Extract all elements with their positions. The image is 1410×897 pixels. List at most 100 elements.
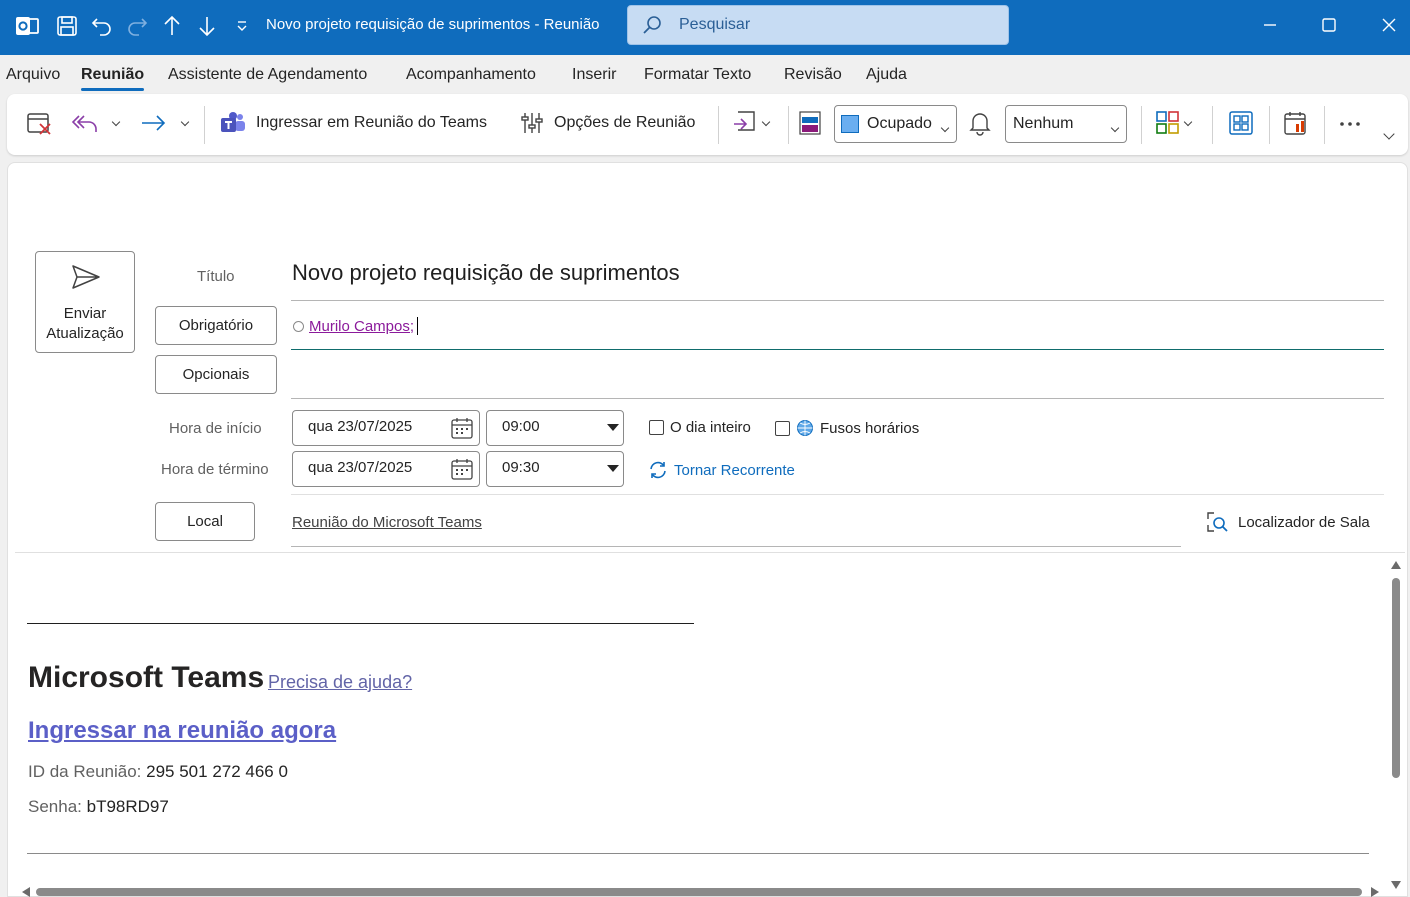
scheduling-poll-icon[interactable] (1283, 110, 1309, 136)
categorize-chevron-icon[interactable] (1183, 117, 1193, 127)
calendar-icon[interactable] (451, 458, 473, 484)
presence-icon (293, 320, 304, 332)
end-time-value: 09:30 (502, 459, 540, 476)
room-finder-icon (1206, 511, 1228, 533)
maximize-icon[interactable] (1314, 10, 1344, 40)
start-time-dropdown[interactable]: 09:00 (486, 410, 624, 446)
ribbon-separator (1212, 106, 1213, 144)
menu-formatar-texto[interactable]: Formatar Texto (644, 66, 751, 84)
checkbox-box[interactable] (649, 420, 664, 435)
join-teams-button[interactable]: Ingressar em Reunião do Teams (220, 111, 487, 135)
time-zones-checkbox[interactable]: Fusos horários (775, 419, 919, 437)
attendee-name[interactable]: Murilo Campos; (309, 318, 414, 335)
room-finder-button[interactable]: Localizador de Sala (1206, 511, 1370, 533)
busy-status-color-icon (799, 111, 821, 135)
location-field[interactable]: Reunião do Microsoft Teams (292, 514, 482, 531)
join-teams-label: Ingressar em Reunião do Teams (256, 114, 487, 131)
end-date-picker[interactable]: qua 23/07/2025 (292, 451, 480, 487)
more-options-icon[interactable] (1338, 112, 1362, 136)
checkbox-box[interactable] (775, 420, 790, 436)
scroll-up-arrow-icon[interactable] (1391, 561, 1401, 569)
menu-revisao[interactable]: Revisão (784, 66, 842, 84)
start-time-label: Hora de início (169, 420, 262, 437)
join-meeting-link[interactable]: Ingressar na reunião agora (28, 717, 336, 745)
expand-ribbon-chevron-icon[interactable] (1383, 128, 1395, 140)
footer-divider (27, 853, 1369, 854)
customize-chevron-icon[interactable] (228, 12, 256, 40)
time-section-divider (291, 494, 1384, 495)
save-icon[interactable] (53, 12, 81, 40)
dropdown-arrow-icon (607, 424, 619, 431)
menu-ajuda[interactable]: Ajuda (866, 66, 907, 84)
time-zones-label: Fusos horários (820, 419, 920, 437)
ribbon-separator (788, 106, 789, 144)
categorize-icon[interactable] (1155, 110, 1181, 136)
menu-acompanhamento[interactable]: Acompanhamento (406, 66, 536, 84)
show-as-value: Ocupado (867, 115, 932, 132)
menu-inserir[interactable]: Inserir (572, 66, 616, 84)
reminder-value: Nenhum (1013, 115, 1074, 132)
location-button[interactable]: Local (155, 502, 255, 541)
password-value: bT98RD97 (86, 797, 169, 816)
redo-icon[interactable] (123, 12, 151, 40)
forward-dropdown-chevron-icon[interactable] (180, 117, 190, 127)
recurrence-icon (648, 460, 668, 480)
meeting-options-button[interactable]: Opções de Reunião (520, 111, 695, 135)
help-link[interactable]: Precisa de ajuda? (268, 672, 412, 693)
end-date-value: qua 23/07/2025 (308, 459, 413, 476)
ribbon-separator (1141, 106, 1142, 144)
horizontal-scroll-thumb[interactable] (36, 888, 1362, 896)
start-date-picker[interactable]: qua 23/07/2025 (292, 410, 480, 446)
ribbon-separator (1324, 106, 1325, 144)
response-dropdown-chevron-icon[interactable] (761, 117, 771, 127)
close-icon[interactable] (1374, 10, 1404, 40)
minimize-icon[interactable] (1255, 10, 1285, 40)
down-arrow-icon[interactable] (193, 12, 221, 40)
scroll-down-arrow-icon[interactable] (1391, 881, 1401, 889)
start-time-value: 09:00 (502, 418, 540, 435)
title-underline (291, 300, 1384, 301)
password-label: Senha: (28, 797, 87, 816)
all-day-checkbox[interactable]: O dia inteiro (649, 419, 751, 436)
vertical-scroll-thumb[interactable] (1392, 578, 1400, 778)
up-arrow-icon[interactable] (158, 12, 186, 40)
location-underline (291, 546, 1181, 547)
menu-arquivo[interactable]: Arquivo (6, 66, 60, 84)
undo-icon[interactable] (88, 12, 116, 40)
reply-dropdown-chevron-icon[interactable] (111, 117, 121, 127)
menu-reuniao[interactable]: Reunião (81, 66, 145, 91)
password-row: Senha: bT98RD97 (28, 797, 169, 817)
vertical-scrollbar[interactable] (1388, 556, 1404, 889)
reminder-dropdown[interactable]: Nenhum (1005, 105, 1127, 143)
teams-heading: Microsoft Teams (28, 661, 265, 694)
globe-icon (796, 419, 814, 437)
make-recurring-label: Tornar Recorrente (674, 461, 795, 479)
required-attendees-field[interactable]: Murilo Campos; (293, 317, 419, 335)
optional-attendees-button[interactable]: Opcionais (155, 355, 277, 394)
meeting-options-icon (520, 111, 544, 135)
meeting-id-row: ID da Reunião: 295 501 272 466 0 (28, 762, 288, 782)
reply-all-icon[interactable] (71, 110, 99, 136)
search-icon (642, 15, 662, 40)
show-as-dropdown[interactable]: Ocupado (834, 105, 957, 143)
title-field[interactable]: Novo projeto requisição de suprimentos (292, 260, 680, 286)
search-input[interactable]: Pesquisar (627, 5, 1009, 45)
end-time-dropdown[interactable]: 09:30 (486, 451, 624, 487)
reminder-chevron-icon (1110, 118, 1120, 136)
text-caret (417, 317, 419, 335)
meeting-id-value: 295 501 272 466 0 (146, 762, 288, 781)
scroll-right-arrow-icon[interactable] (1371, 887, 1379, 897)
cancel-meeting-icon[interactable] (26, 110, 52, 136)
response-options-icon[interactable] (732, 110, 758, 136)
send-update-button[interactable]: Enviar Atualização (35, 251, 135, 353)
calendar-icon[interactable] (451, 417, 473, 443)
apps-icon[interactable] (1228, 110, 1254, 136)
make-recurring-button[interactable]: Tornar Recorrente (648, 460, 795, 480)
scroll-left-arrow-icon[interactable] (22, 887, 30, 897)
reminder-bell-icon (969, 110, 991, 136)
horizontal-scrollbar[interactable] (19, 884, 1379, 897)
required-attendees-button[interactable]: Obrigatório (155, 306, 277, 345)
message-body[interactable]: Microsoft Teams Precisa de ajuda? Ingres… (15, 553, 1380, 883)
forward-icon[interactable] (140, 110, 168, 136)
menu-assistente-agendamento[interactable]: Assistente de Agendamento (168, 66, 367, 84)
